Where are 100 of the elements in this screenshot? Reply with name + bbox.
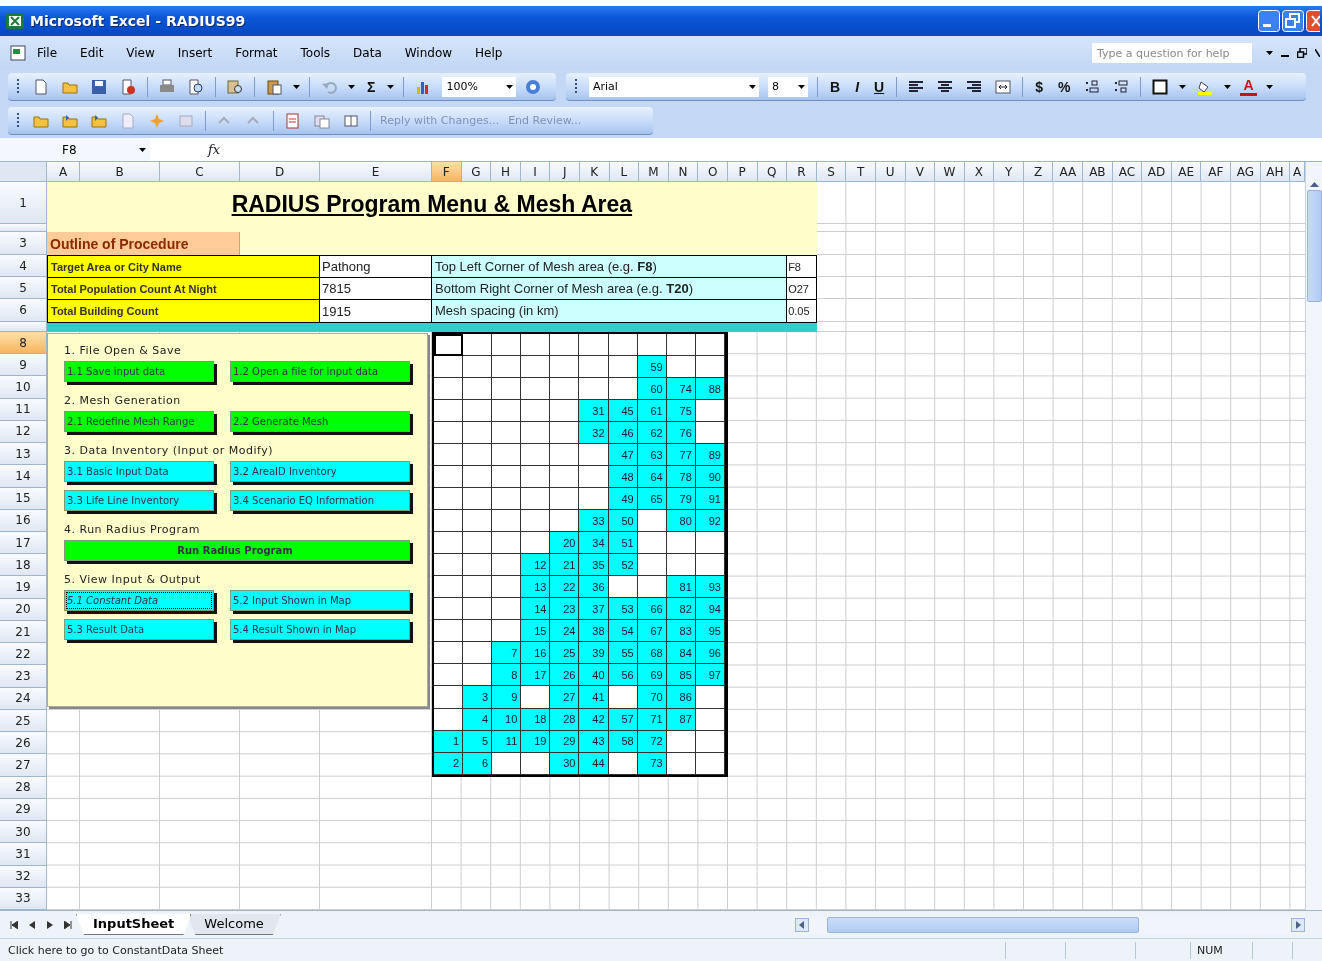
column-header[interactable]: E: [320, 162, 432, 182]
mesh-cell[interactable]: [695, 554, 725, 577]
mesh-cell[interactable]: 9: [492, 686, 522, 709]
mesh-cell[interactable]: 46: [608, 422, 638, 445]
column-header[interactable]: AE: [1171, 162, 1202, 182]
row-header[interactable]: 23: [0, 665, 47, 688]
column-header[interactable]: G: [461, 162, 492, 182]
mesh-cell[interactable]: 68: [637, 642, 667, 665]
row-header[interactable]: 26: [0, 732, 47, 755]
mesh-cell[interactable]: 89: [695, 444, 725, 467]
mesh-cell[interactable]: [608, 576, 638, 599]
mesh-cell[interactable]: [463, 444, 493, 467]
mesh-cell[interactable]: 22: [550, 576, 580, 599]
mesh-cell[interactable]: [695, 356, 725, 379]
mesh-cell[interactable]: [637, 532, 667, 555]
toolbar-grip-icon[interactable]: [16, 111, 20, 130]
mesh-cell[interactable]: [492, 510, 522, 533]
mesh-cell[interactable]: [463, 422, 493, 445]
folder-arrow-icon[interactable]: [62, 112, 78, 129]
mesh-cell[interactable]: 15: [521, 620, 551, 643]
mesh-cell[interactable]: 90: [695, 466, 725, 489]
mesh-cell[interactable]: [608, 334, 638, 356]
mesh-cell[interactable]: 83: [666, 620, 696, 643]
mesh-cell[interactable]: [434, 334, 464, 356]
column-header[interactable]: C: [160, 162, 240, 182]
mesh-cell[interactable]: [637, 576, 667, 599]
mesh-cell[interactable]: 35: [579, 554, 609, 577]
mesh-cell[interactable]: 17: [521, 664, 551, 687]
macro-button[interactable]: 1.1 Save input data: [64, 361, 214, 382]
column-header[interactable]: U: [875, 162, 906, 182]
macro-button[interactable]: 5.4 Result Shown in Map: [230, 619, 410, 640]
row-header[interactable]: 3: [0, 232, 47, 255]
mesh-cell[interactable]: [695, 400, 725, 423]
mesh-cell[interactable]: 62: [637, 422, 667, 445]
open-book-icon[interactable]: [343, 112, 359, 129]
mesh-cell[interactable]: [521, 686, 551, 709]
permission-icon[interactable]: [120, 78, 136, 95]
decrease-decimal-icon[interactable]: [1113, 78, 1130, 95]
mesh-cell[interactable]: 55: [608, 642, 638, 665]
name-box[interactable]: F8: [0, 138, 150, 161]
mesh-cell[interactable]: [695, 686, 725, 709]
mesh-cell[interactable]: 20: [550, 532, 580, 555]
increase-decimal-icon[interactable]: [1084, 78, 1101, 95]
mesh-cell[interactable]: 49: [608, 488, 638, 511]
horizontal-scrollbar[interactable]: [795, 915, 1305, 934]
mesh-cell[interactable]: 29: [550, 730, 580, 753]
mesh-cell[interactable]: 3: [463, 686, 493, 709]
column-header[interactable]: X: [964, 162, 995, 182]
mesh-cell[interactable]: [492, 752, 522, 775]
mesh-cell[interactable]: 81: [666, 576, 696, 599]
row-header[interactable]: 33: [0, 887, 47, 910]
menu-item[interactable]: File: [28, 44, 67, 62]
mesh-cell[interactable]: [521, 356, 551, 379]
bold-button[interactable]: B: [827, 78, 844, 95]
column-header[interactable]: V: [905, 162, 936, 182]
row-header[interactable]: 13: [0, 443, 47, 466]
input-cell[interactable]: F8: [787, 255, 817, 277]
row-header[interactable]: 11: [0, 398, 47, 421]
column-header[interactable]: N: [668, 162, 699, 182]
mesh-cell[interactable]: [695, 532, 725, 555]
mesh-cell[interactable]: [695, 422, 725, 445]
macro-button[interactable]: 5.1 Constant Data: [64, 590, 214, 611]
mesh-cell[interactable]: [550, 378, 580, 401]
mesh-cell[interactable]: 86: [666, 686, 696, 709]
mesh-cell[interactable]: 30: [550, 752, 580, 775]
mesh-cell[interactable]: [463, 356, 493, 379]
mesh-cell[interactable]: 26: [550, 664, 580, 687]
row-header[interactable]: 29: [0, 798, 47, 822]
mesh-cell[interactable]: 10: [492, 708, 522, 731]
column-header[interactable]: T: [846, 162, 876, 182]
mesh-cell[interactable]: 7: [492, 642, 522, 665]
column-header[interactable]: O: [698, 162, 728, 182]
mesh-cell[interactable]: 21: [550, 554, 580, 577]
column-header[interactable]: Z: [1023, 162, 1054, 182]
printer-icon[interactable]: [159, 78, 175, 95]
mesh-cell[interactable]: [434, 642, 464, 665]
mesh-cell[interactable]: [608, 686, 638, 709]
mesh-cell[interactable]: 97: [695, 664, 725, 687]
mesh-cell[interactable]: 52: [608, 554, 638, 577]
mesh-cell[interactable]: 4: [463, 708, 493, 731]
mesh-cell[interactable]: [492, 620, 522, 643]
sheet-tab[interactable]: Welcome: [187, 914, 281, 935]
mesh-cell[interactable]: [521, 510, 551, 533]
row-header[interactable]: 6: [0, 299, 47, 322]
mesh-cell[interactable]: [521, 422, 551, 445]
row-header[interactable]: 21: [0, 620, 47, 644]
zoom-field[interactable]: 100%: [442, 76, 517, 97]
mesh-cell[interactable]: [521, 466, 551, 489]
mesh-cell[interactable]: [463, 598, 493, 621]
column-header[interactable]: P: [727, 162, 758, 182]
mesh-cell[interactable]: [579, 334, 609, 356]
mesh-cell[interactable]: [550, 400, 580, 423]
mesh-cell[interactable]: 96: [695, 642, 725, 665]
caret-icon[interactable]: [1266, 51, 1273, 55]
scroll-thumb[interactable]: [1306, 190, 1322, 302]
mesh-cell[interactable]: 34: [579, 532, 609, 555]
row-header[interactable]: 9: [0, 354, 47, 377]
mesh-cell[interactable]: 84: [666, 642, 696, 665]
align-center-icon[interactable]: [937, 78, 954, 95]
row-header[interactable]: 28: [0, 776, 47, 799]
